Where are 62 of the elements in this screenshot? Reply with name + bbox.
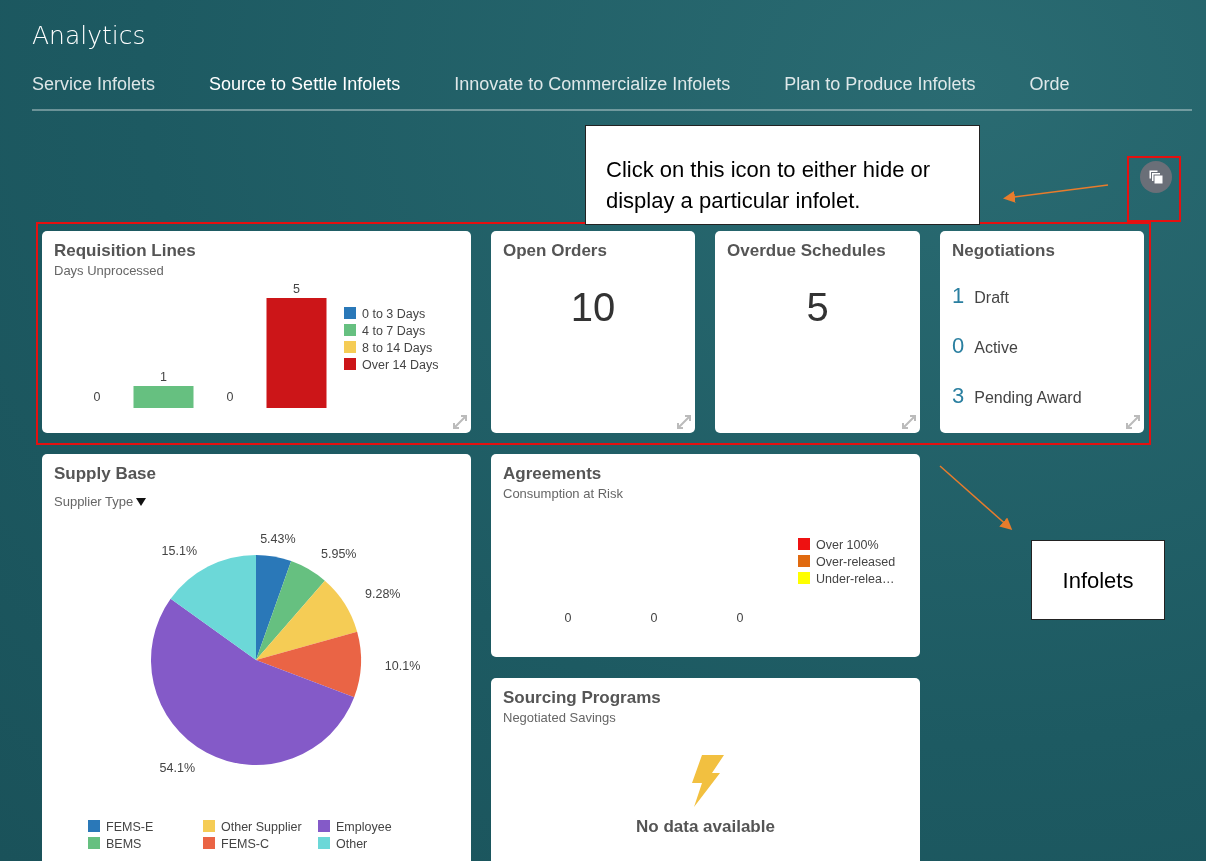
- legend-label: Employee: [336, 820, 392, 834]
- slice-value-label: 5.95%: [321, 546, 357, 561]
- status-label: Pending Award: [974, 389, 1082, 407]
- status-label: Active: [974, 339, 1018, 357]
- bar-value-label: 0: [226, 390, 234, 404]
- status-count[interactable]: 0: [952, 333, 965, 359]
- legend-label: Over-released: [816, 555, 896, 569]
- reading-value: 0: [564, 611, 572, 625]
- status-count[interactable]: 3: [952, 383, 965, 409]
- expand-icon[interactable]: [1126, 415, 1140, 429]
- supplier-type-dropdown[interactable]: Supplier Type: [54, 494, 147, 509]
- legend-label: FEMS-E: [106, 820, 154, 834]
- status-count[interactable]: 1: [952, 283, 965, 309]
- legend-label: Other: [336, 837, 368, 850]
- slice-value-label: 9.28%: [365, 587, 401, 602]
- show-hide-infolets-button[interactable]: [1140, 161, 1172, 193]
- infolet-title: Open Orders: [503, 241, 608, 261]
- infolet-title: Requisition Lines: [54, 241, 197, 261]
- slice-value-label: 54.1%: [159, 761, 196, 776]
- expand-icon[interactable]: [677, 415, 691, 429]
- status-label: Draft: [974, 289, 1009, 307]
- expand-icon[interactable]: [902, 415, 916, 429]
- page-title: Analytics: [32, 20, 147, 52]
- infolet-subtitle: Consumption at Risk: [503, 486, 624, 501]
- bar-value-label: 0: [93, 390, 101, 404]
- slice-value-label: 10.1%: [384, 658, 421, 673]
- reading-value: 0: [736, 611, 744, 625]
- tab[interactable]: Service Infolets: [32, 74, 210, 109]
- slice-value-label: 15.1%: [161, 543, 198, 558]
- infolet-title: Supply Base: [54, 464, 158, 484]
- reading-value: 0: [650, 611, 658, 625]
- bar-value-label: 5: [293, 284, 300, 296]
- dropdown-triangle-icon: [136, 497, 147, 506]
- legend-label: FEMS-C: [221, 837, 269, 850]
- legend-label: 4 to 7 Days: [362, 324, 426, 338]
- empty-state-message: No data available: [636, 817, 775, 837]
- legend-label: Under-relea…: [816, 572, 895, 586]
- legend-label: 8 to 14 Days: [362, 341, 433, 355]
- count-value: 5: [805, 285, 830, 330]
- legend-label: Other Supplier: [221, 820, 302, 834]
- bar-value-label: 1: [160, 370, 167, 384]
- infolet-title: Negotiations: [952, 241, 1056, 261]
- tab[interactable]: Source to Settle Infolets: [209, 74, 455, 109]
- callout-note: Infolets: [1031, 540, 1165, 620]
- bar: [133, 386, 194, 408]
- infolet-title: Agreements: [503, 464, 603, 484]
- legend-label: BEMS: [106, 837, 142, 850]
- legend-label: 0 to 3 Days: [362, 307, 426, 321]
- tab[interactable]: Plan to Produce Infolets: [784, 74, 1030, 109]
- expand-icon[interactable]: [453, 415, 467, 429]
- infolet-title: Overdue Schedules: [727, 241, 887, 261]
- slice-value-label: 5.43%: [260, 531, 296, 546]
- tab[interactable]: Orde: [1029, 74, 1124, 109]
- tab[interactable]: Innovate to Commercialize Infolets: [454, 74, 785, 109]
- infolet-title: Sourcing Programs: [503, 688, 662, 708]
- stacked-squares-icon: [1148, 169, 1164, 185]
- infolet-subtitle: Days Unprocessed: [54, 263, 165, 278]
- legend-label: Over 100%: [816, 538, 879, 552]
- infolet-subtitle: Negotiated Savings: [503, 710, 617, 725]
- legend-label: Over 14 Days: [362, 358, 439, 372]
- callout-note: Click on this icon to either hide or display a particular infolet.: [585, 125, 980, 225]
- count-value: 10: [569, 285, 617, 330]
